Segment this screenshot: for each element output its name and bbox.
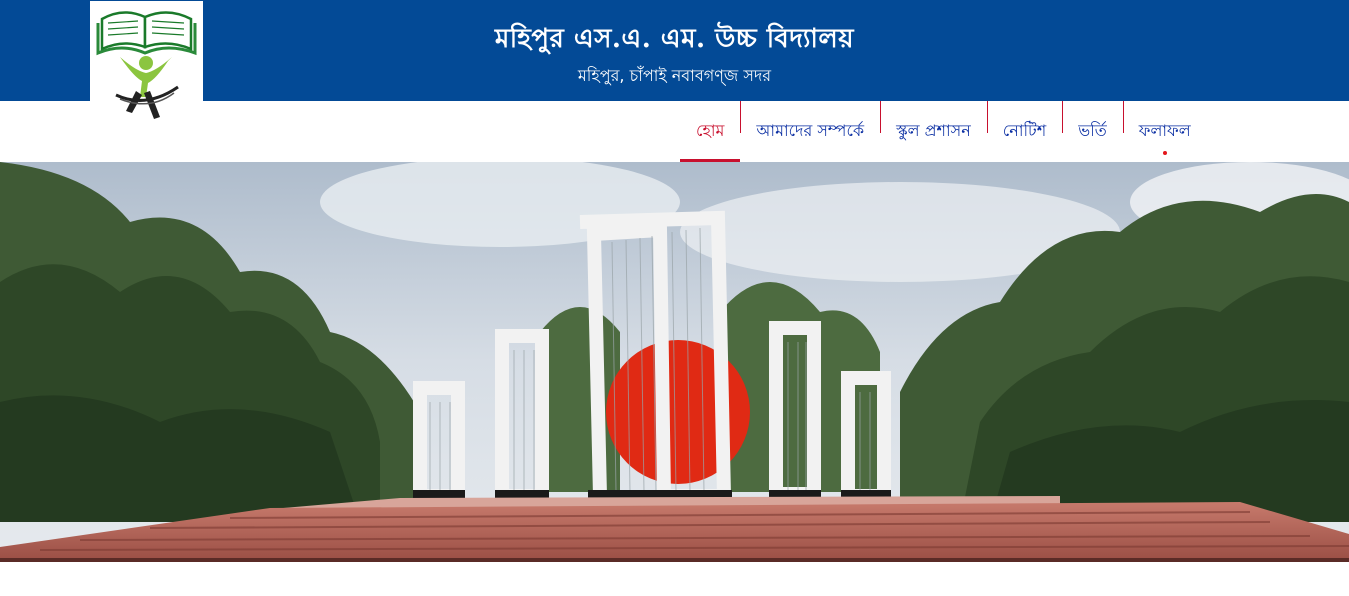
nav-item-school-administration[interactable]: স্কুল প্রশাসন bbox=[880, 101, 987, 162]
nav-item-home[interactable]: হোম bbox=[680, 101, 741, 162]
nav-menu: হোম আমাদের সম্পর্কে স্কুল প্রশাসন নোটিশ … bbox=[680, 101, 1207, 162]
book-student-logo-icon bbox=[96, 11, 197, 119]
nav-item-label: স্কুল প্রশাসন bbox=[896, 121, 971, 140]
nav-item-label: হোম bbox=[696, 121, 725, 140]
nav-item-label: ফলাফল bbox=[1138, 121, 1191, 140]
nav-item-label: আমাদের সম্পর্কে bbox=[756, 121, 865, 140]
nav-item-admission[interactable]: ভর্তি bbox=[1062, 101, 1123, 162]
site-header: মহিপুর এস.এ. এম. উচ্চ বিদ্যালয় মহিপুর, … bbox=[0, 0, 1349, 126]
nav-item-notice[interactable]: নোটিশ bbox=[986, 101, 1062, 162]
school-logo[interactable] bbox=[90, 1, 203, 126]
nav-item-label: ভর্তি bbox=[1078, 121, 1107, 140]
nav-item-about-us[interactable]: আমাদের সম্পর্কে bbox=[740, 101, 880, 162]
nav-item-result[interactable]: ফলাফল bbox=[1122, 101, 1207, 162]
submenu-indicator-dot bbox=[1162, 151, 1167, 155]
nav-item-label: নোটিশ bbox=[1002, 121, 1047, 140]
hero-banner-image bbox=[0, 162, 1349, 562]
shaheed-minar-image bbox=[0, 162, 1349, 562]
